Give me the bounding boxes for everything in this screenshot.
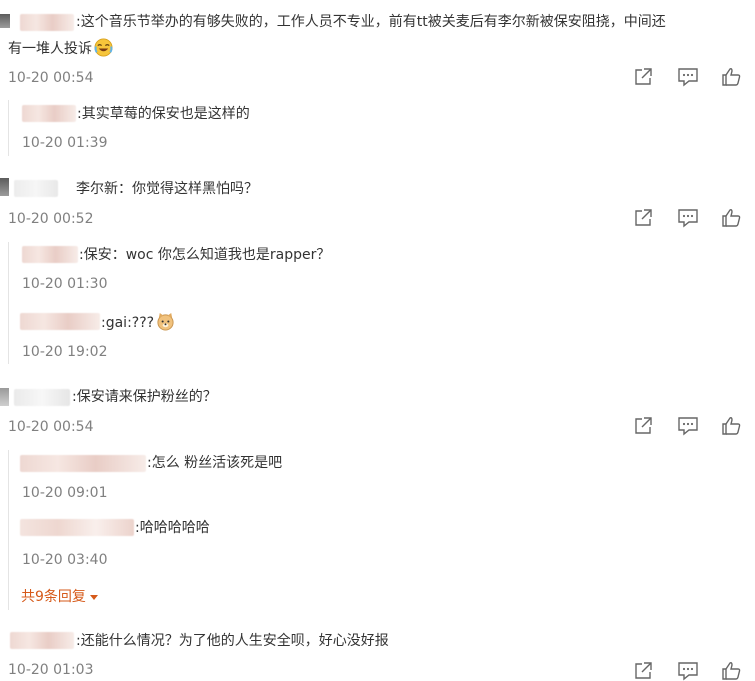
- comment-icon: [678, 209, 698, 228]
- share-button[interactable]: [633, 416, 655, 436]
- username[interactable]: [10, 632, 74, 649]
- comment-time: 10-20 01:03: [8, 662, 94, 678]
- share-icon: [635, 662, 652, 679]
- comment-text: :保安请来保护粉丝的？: [72, 389, 217, 405]
- chevron-down-icon: [89, 594, 98, 600]
- reply-divider: [8, 100, 9, 156]
- share-icon: [635, 209, 652, 226]
- reply-text: :保安：woc 你怎么知道我也是rapper？: [79, 247, 331, 263]
- share-icon: [635, 68, 652, 85]
- like-icon: [722, 68, 741, 86]
- username[interactable]: [14, 389, 70, 406]
- reply-text: :其实草莓的保安也是这样的: [77, 106, 250, 122]
- reply-time: 10-20 19:02: [22, 344, 108, 360]
- username[interactable]: [14, 180, 58, 197]
- share-button[interactable]: [633, 661, 655, 681]
- avatar: [0, 388, 9, 406]
- reply-time: 10-20 09:01: [22, 485, 108, 501]
- like-button[interactable]: [721, 661, 743, 681]
- comment-icon: [678, 417, 698, 436]
- comment-text-continued: 有一堆人投诉: [8, 38, 113, 59]
- reply-text: :哈哈哈哈哈: [135, 520, 210, 536]
- laugh-cry-emoji: [94, 38, 113, 57]
- reply-time: 10-20 03:40: [22, 552, 108, 568]
- comment-text: :还能什么情况？为了他的人生安全呗，好心没好报: [76, 633, 389, 649]
- reply-username[interactable]: [22, 105, 76, 122]
- reply-username[interactable]: [22, 246, 78, 263]
- reply-divider: [8, 242, 9, 364]
- avatar: [0, 14, 10, 28]
- reply-time: 10-20 01:30: [22, 276, 108, 292]
- comment-text: 李尔新：你觉得这样黑怕吗？: [76, 181, 258, 197]
- reply-username[interactable]: [20, 455, 146, 472]
- comment-time: 10-20 00:52: [8, 211, 94, 227]
- reply-time: 10-20 01:39: [22, 135, 108, 151]
- like-icon: [722, 662, 741, 680]
- reply-text: :gai:???: [101, 315, 155, 331]
- comment-time: 10-20 00:54: [8, 70, 94, 86]
- comment-actions: [633, 208, 755, 228]
- view-more-replies-link[interactable]: 共9条回复: [21, 586, 98, 606]
- more-replies-label: 共9条回复: [21, 589, 86, 605]
- comment-button[interactable]: [677, 661, 699, 681]
- reply-text: :怎么 粉丝活该死是吧: [147, 455, 283, 471]
- comment-text: :这个音乐节举办的有够失败的，工作人员不专业，前有tt被关麦后有李尔新被保安阻挠…: [76, 14, 666, 30]
- like-button[interactable]: [721, 67, 743, 87]
- comment-button[interactable]: [677, 416, 699, 436]
- share-button[interactable]: [633, 208, 655, 228]
- doge-emoji: [157, 312, 174, 331]
- reply-text-row: :gai:???: [101, 312, 175, 333]
- comment-time: 10-20 00:54: [8, 419, 94, 435]
- reply-divider: [8, 450, 9, 610]
- comment-button[interactable]: [677, 208, 699, 228]
- comment-actions: [633, 661, 755, 681]
- like-button[interactable]: [721, 208, 743, 228]
- reply-username[interactable]: [20, 313, 100, 330]
- comment-actions: [633, 416, 755, 436]
- comment-icon: [678, 68, 698, 87]
- comment-icon: [678, 662, 698, 681]
- like-button[interactable]: [721, 416, 743, 436]
- comment-text-line2: 有一堆人投诉: [8, 41, 92, 57]
- reply-username[interactable]: [20, 519, 134, 536]
- like-icon: [722, 417, 741, 435]
- avatar: [0, 178, 9, 196]
- comment-actions: [633, 67, 755, 87]
- share-button[interactable]: [633, 67, 655, 87]
- like-icon: [722, 209, 741, 227]
- username[interactable]: [20, 14, 74, 31]
- share-icon: [635, 417, 652, 434]
- comment-button[interactable]: [677, 67, 699, 87]
